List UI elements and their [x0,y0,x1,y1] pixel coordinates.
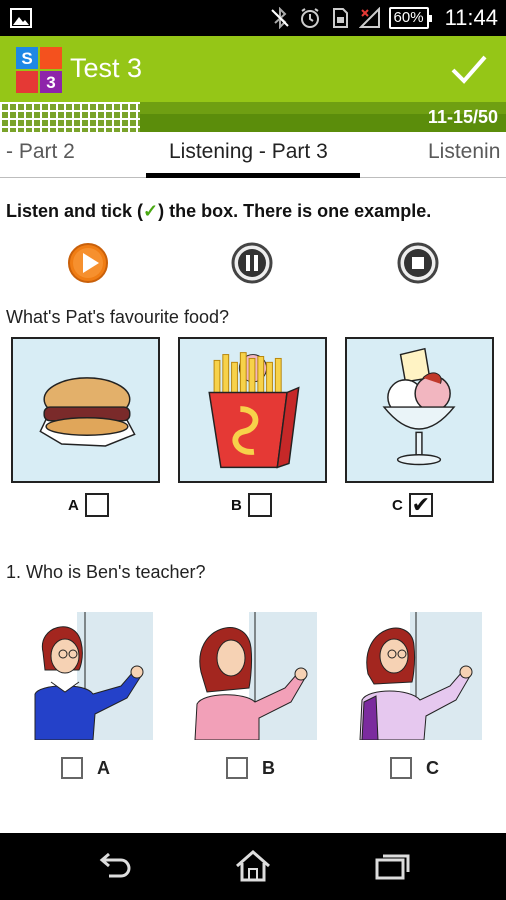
app-title: Test 3 [70,53,143,83]
checkmark-icon: ✔ [411,492,431,517]
sim-icon [332,8,348,28]
answer-label-c: C [426,757,439,778]
progress-bar: 11-15/50 [0,102,506,132]
teacher-image-b [189,612,317,740]
progress-grid [0,102,140,132]
bluetooth-off-icon [270,7,289,29]
progress-label: 11-15/50 [427,107,498,127]
recent-apps-icon[interactable] [373,848,413,884]
answer-checkbox-c[interactable] [390,757,412,779]
example-option-b: B [231,493,272,517]
teacher-image-c [354,612,482,740]
fries-image [178,337,327,483]
alarm-icon [300,8,319,28]
ice-cream-image [345,337,494,483]
answer-label-a: A [97,757,110,778]
home-icon[interactable] [233,848,273,884]
submit-check-button[interactable] [450,50,488,88]
answer-option-a: A [61,757,110,779]
answer-checkbox-a[interactable] [61,757,83,779]
section-tabs: - Part 2 Listening - Part 3 Listenin [0,132,506,178]
back-icon[interactable] [93,848,133,884]
teacher-image-a [25,612,153,740]
clock: 11:44 [444,5,498,30]
option-checkbox-checked[interactable]: ✔ [408,492,433,517]
no-signal-icon [358,7,380,28]
tick-icon: ✓ [143,201,159,221]
question-1: 1. Who is Ben's teacher? [6,562,206,582]
tab-current[interactable]: Listening - Part 3 [169,140,328,164]
logo-letter-3: 3 [46,73,55,92]
answer-option-c: C [390,757,439,779]
option-checkbox[interactable] [247,493,272,517]
status-bar: 60% 11:44 [0,0,506,36]
app-logo: S 3 [16,47,62,93]
example-option-a: A [68,493,109,517]
logo-letter-s: S [21,49,32,68]
instruction-after: ) the box. There is one example. [158,201,432,221]
tab-previous[interactable]: - Part 2 [6,140,75,164]
tab-indicator [146,173,360,178]
option-label: A [68,496,79,514]
example-question: What's Pat's favourite food? [6,307,229,327]
gallery-icon [10,8,32,28]
option-label: B [231,496,242,514]
answer-option-b: B [226,757,275,779]
example-option-c: C ✔ [392,493,433,517]
stop-button[interactable] [397,242,439,284]
tab-next[interactable]: Listenin [428,140,500,164]
navigation-bar [0,833,506,900]
pause-button[interactable] [231,242,273,284]
app-bar: S 3 Test 3 [0,36,506,102]
instruction-text: Listen and tick (✓) the box. There is on… [6,201,431,222]
answer-label-b: B [262,757,275,778]
option-label: C [392,496,403,514]
play-button[interactable] [67,242,109,284]
burger-image [11,337,160,483]
battery-indicator: 60% [388,7,432,29]
option-checkbox[interactable] [84,493,109,517]
instruction-before: Listen and tick ( [6,201,144,221]
answer-checkbox-b[interactable] [226,757,248,779]
